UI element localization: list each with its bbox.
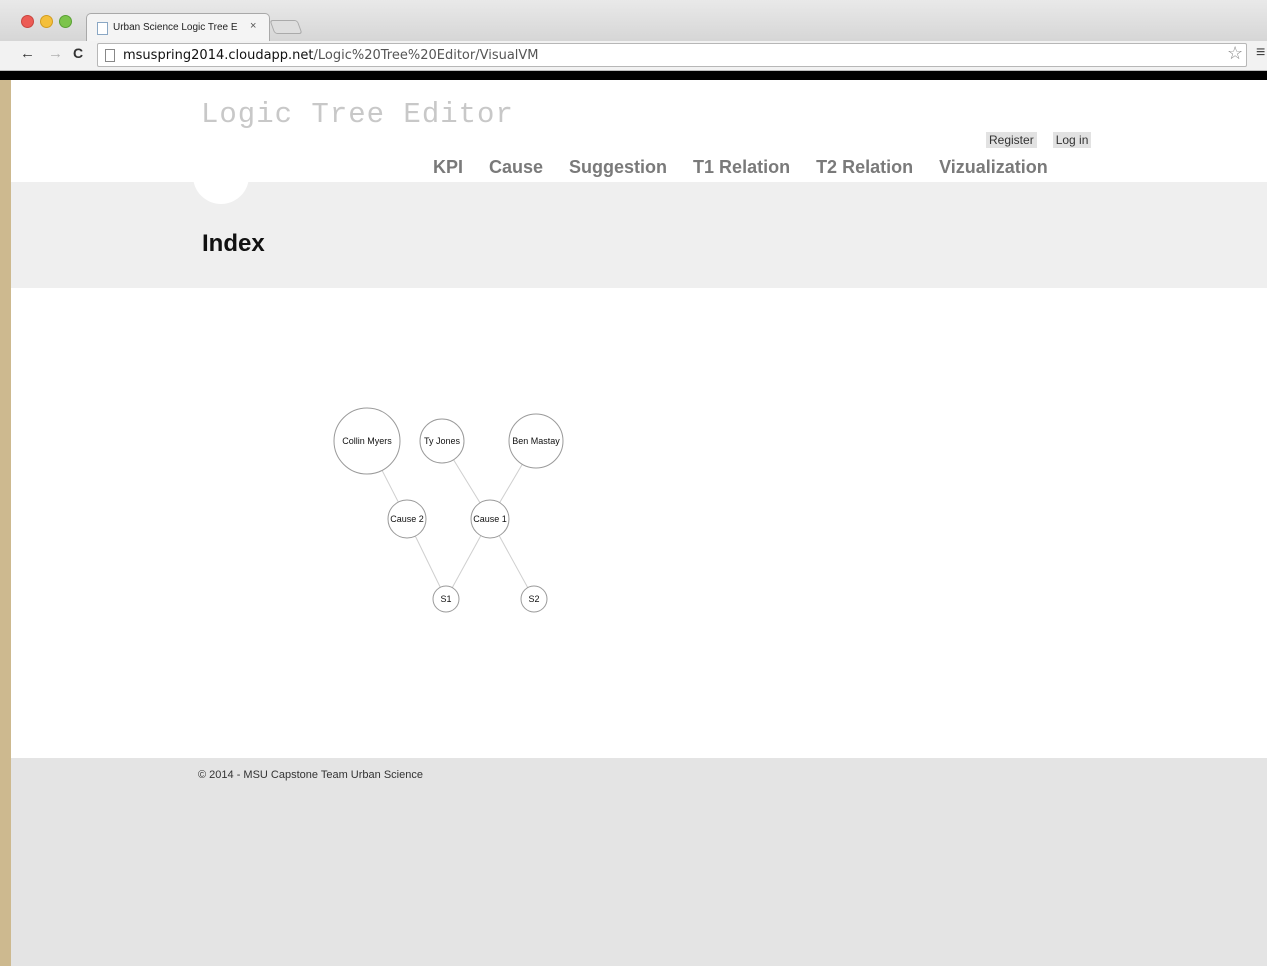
page-favicon-icon bbox=[97, 22, 108, 35]
copyright-text: © 2014 - MSU Capstone Team Urban Science bbox=[198, 769, 423, 781]
register-link[interactable]: Register bbox=[986, 132, 1037, 148]
graph-node-label: Ben Mastay bbox=[512, 436, 560, 446]
graph-node-s2[interactable]: S2 bbox=[520, 585, 548, 613]
bookmark-star-icon[interactable]: ☆ bbox=[1227, 43, 1243, 64]
graph-node-ty[interactable]: Ty Jones bbox=[419, 418, 465, 464]
title-bar: Urban Science Logic Tree E × bbox=[0, 0, 1267, 41]
nav-item-suggestion[interactable]: Suggestion bbox=[569, 157, 667, 178]
graph-node-label: S1 bbox=[440, 594, 451, 604]
graph-node-label: Ty Jones bbox=[424, 436, 461, 446]
minimize-window-button[interactable] bbox=[40, 15, 53, 28]
graph-node-collin[interactable]: Collin Myers bbox=[333, 407, 401, 475]
close-window-button[interactable] bbox=[21, 15, 34, 28]
page-title: Index bbox=[202, 230, 265, 257]
back-arrow-icon[interactable]: ← bbox=[20, 45, 35, 62]
footer: © 2014 - MSU Capstone Team Urban Science bbox=[11, 758, 1267, 966]
browser-toolbar: ← → C msuspring2014.cloudapp.net/Logic%2… bbox=[0, 41, 1267, 71]
toolbar-divider bbox=[0, 71, 1267, 80]
url-host: msuspring2014.cloudapp.net bbox=[123, 48, 314, 63]
nav-item-cause[interactable]: Cause bbox=[489, 157, 543, 178]
graph-node-label: S2 bbox=[528, 594, 539, 604]
logo-circle bbox=[193, 148, 249, 204]
site-title[interactable]: Logic Tree Editor bbox=[201, 98, 514, 131]
nav-item-t1-relation[interactable]: T1 Relation bbox=[693, 157, 790, 178]
graph-node-s1[interactable]: S1 bbox=[432, 585, 460, 613]
tab-title: Urban Science Logic Tree E bbox=[113, 22, 238, 33]
graph-node-cause1[interactable]: Cause 1 bbox=[470, 499, 510, 539]
graph-node-label: Cause 2 bbox=[390, 514, 424, 524]
featured-section: Index bbox=[11, 182, 1267, 288]
logic-tree-svg: Collin Myers Ty Jones Ben Mastay Cause 2 Cau… bbox=[333, 407, 564, 613]
tab-close-icon[interactable]: × bbox=[250, 20, 256, 32]
browser-window: Urban Science Logic Tree E × ← → C msusp… bbox=[0, 0, 1267, 966]
nav-item-vizualization[interactable]: Vizualization bbox=[939, 157, 1048, 178]
graph-node-label: Collin Myers bbox=[342, 436, 392, 446]
new-tab-button[interactable] bbox=[269, 20, 303, 34]
web-page: Logic Tree Editor Register Log in KPI Ca… bbox=[11, 80, 1267, 966]
browser-tab[interactable]: Urban Science Logic Tree E × bbox=[86, 13, 270, 41]
logic-tree-graph: Collin Myers Ty Jones Ben Mastay Cause 2 Cau… bbox=[11, 288, 1267, 758]
reload-icon[interactable]: C bbox=[73, 45, 83, 61]
nav-item-kpi[interactable]: KPI bbox=[433, 157, 463, 178]
address-bar[interactable]: msuspring2014.cloudapp.net/Logic%20Tree%… bbox=[97, 43, 1247, 67]
url-text[interactable]: msuspring2014.cloudapp.net/Logic%20Tree%… bbox=[123, 48, 539, 63]
graph-node-label: Cause 1 bbox=[473, 514, 507, 524]
main-nav: KPI Cause Suggestion T1 Relation T2 Rela… bbox=[433, 157, 1048, 178]
url-path: /Logic%20Tree%20Editor/VisualVM bbox=[313, 48, 539, 63]
page-icon bbox=[105, 49, 115, 62]
login-link[interactable]: Log in bbox=[1052, 132, 1092, 148]
graph-node-ben[interactable]: Ben Mastay bbox=[508, 413, 564, 469]
forward-arrow-icon[interactable]: → bbox=[48, 45, 63, 62]
graph-node-cause2[interactable]: Cause 2 bbox=[387, 499, 427, 539]
menu-icon[interactable]: ≡ bbox=[1256, 44, 1265, 62]
nav-item-t2-relation[interactable]: T2 Relation bbox=[816, 157, 913, 178]
login-links: Register Log in bbox=[986, 132, 1092, 148]
zoom-window-button[interactable] bbox=[59, 15, 72, 28]
